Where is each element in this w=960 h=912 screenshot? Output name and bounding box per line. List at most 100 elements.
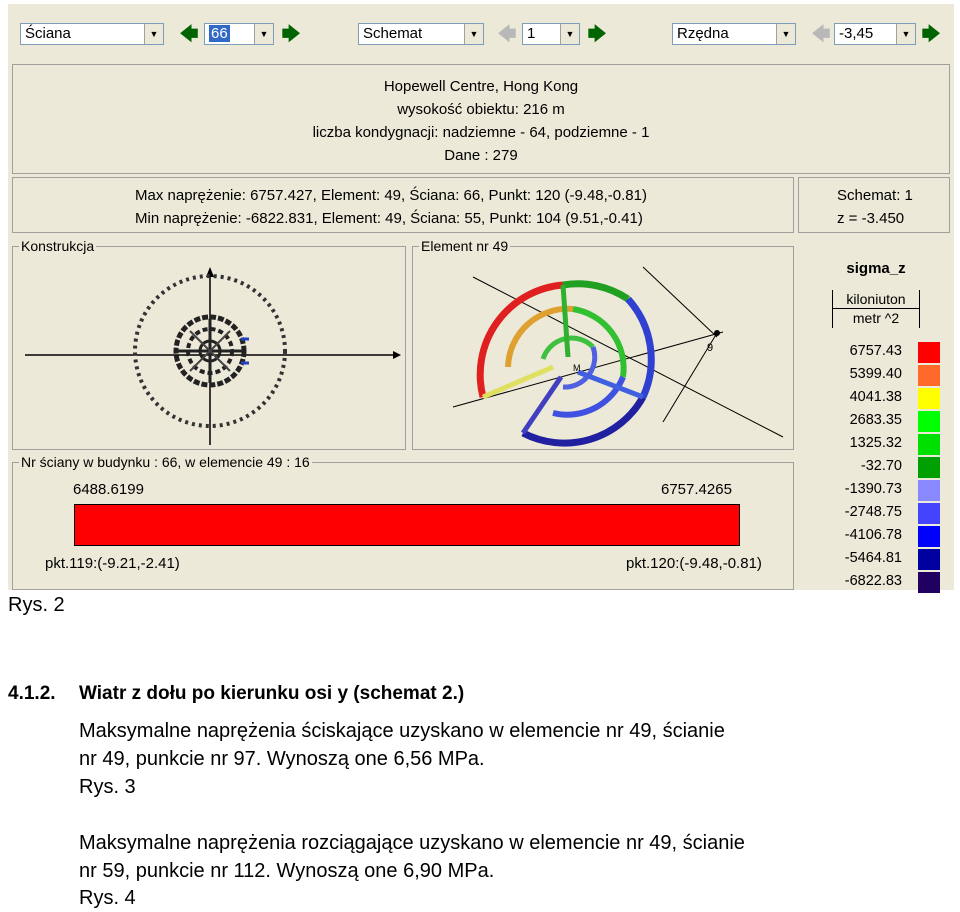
color-legend: sigma_z kiloniuton metr ^2 6757.43 5399.4… [798,238,954,593]
paragraph-1-line-1: Maksymalne naprężenia ściskające uzyskan… [79,720,725,742]
storey-count: liczba kondygnacji: nadziemne - 64, podz… [312,124,650,141]
app-window: Ściana ▼ 🡄 66 ▼ 🡆 Schemat ▼ 🡄 1 ▼ 🡆 Rzęd… [8,4,954,593]
legend-title: sigma_z [846,260,906,277]
figure-caption-4: Rys. 4 [79,887,136,909]
prev-arrow-icon[interactable]: 🡄 [810,23,832,45]
legend-item: 2683.35 [798,409,948,432]
legend-value: 4041.38 [849,389,902,405]
figure-caption-3: Rys. 3 [79,776,136,798]
legend-unit-top: kiloniuton [833,290,919,309]
legend-unit-bottom: metr ^2 [852,310,900,326]
radial-wall [520,375,564,435]
scheme-number-value: 1 [527,25,536,42]
legend-swatch [918,549,940,570]
wall-group-label: Nr ściany w budynku : 66, w elemencie 49… [19,454,312,470]
wall-right-value: 6757.4265 [661,481,732,498]
legend-value: 2683.35 [849,412,902,428]
x-axis-arrow-icon [393,351,401,359]
chevron-down-icon[interactable]: ▼ [896,24,915,44]
prev-arrow-icon[interactable]: 🡄 [178,23,200,45]
wall-stress-bar [74,504,740,546]
stress-summary: Max naprężenie: 6757.427, Element: 49, Ś… [12,177,794,233]
legend-value: -2748.75 [844,504,902,520]
legend-swatch [918,342,940,363]
dimension-point [714,330,720,336]
element-detail-view: 9 M [452,266,784,447]
prev-arrow-icon[interactable]: 🡄 [496,23,518,45]
legend-value: -32.70 [860,458,902,474]
construction-group: Konstrukcja [12,238,406,450]
construction-plan-view [25,267,401,445]
wall-right-point: pkt.120:(-9.48,-0.81) [626,555,762,572]
outer-wall-green [562,280,630,302]
wall-number-select[interactable]: 66 ▼ [204,23,274,45]
chevron-down-icon[interactable]: ▼ [144,24,163,44]
legend-item: -1390.73 [798,478,948,501]
legend-item: 6757.43 [798,340,948,363]
data-count: Dane : 279 [444,147,518,164]
legend-swatch [918,572,940,593]
figure-caption-2: Rys. 2 [8,594,65,616]
wall-number-value: 66 [209,25,230,42]
next-arrow-icon[interactable]: 🡆 [920,23,942,45]
min-stress-line: Min naprężenie: -6822.831, Element: 49, … [135,210,643,227]
ordinate-select[interactable]: Rzędna ▼ [672,23,796,45]
legend-unit: kiloniuton metr ^2 [832,290,920,328]
legend-swatch [918,388,940,409]
ordinate-value: -3,45 [839,25,874,42]
dimension-label: 9 [707,342,713,354]
legend-swatch [918,411,940,432]
section-title: Wiatr z dołu po kierunku osi y (schemat … [79,683,465,704]
building-height: wysokość obiektu: 216 m [397,101,565,118]
legend-value: -5464.81 [844,550,902,566]
scheme-label: Schemat: 1 [837,187,913,204]
legend-value: -6822.83 [844,573,902,589]
legend-item: -32.70 [798,455,948,478]
legend-swatch [918,480,940,501]
legend-value: 5399.40 [849,366,902,382]
max-stress-line: Max naprężenie: 6757.427, Element: 49, Ś… [135,187,647,204]
legend-swatch [918,457,940,478]
legend-swatch [918,503,940,524]
legend-item: 4041.38 [798,386,948,409]
legend-swatch [918,434,940,455]
wall-left-point: pkt.119:(-9.21,-2.41) [45,555,180,572]
wall-left-value: 6488.6199 [73,481,144,498]
chevron-down-icon[interactable]: ▼ [254,24,273,44]
chevron-down-icon[interactable]: ▼ [464,24,483,44]
legend-value: -1390.73 [844,481,902,497]
outer-wall-blue [625,296,655,399]
legend-items: 6757.43 5399.40 4041.38 2683.35 1325.32 -32.7… [798,340,954,593]
wall-select[interactable]: Ściana ▼ [20,23,164,45]
scheme-number-select[interactable]: 1 ▼ [522,23,580,45]
wall-group: Nr ściany w budynku : 66, w elemencie 49… [12,454,794,590]
legend-value: 1325.32 [849,435,902,451]
legend-swatch [918,526,940,547]
element-group: Element nr 49 9 M [412,238,794,450]
next-arrow-icon[interactable]: 🡆 [280,23,302,45]
legend-item: -6822.83 [798,570,948,593]
paragraph-1-line-2: nr 49, punkcie nr 97. Wynoszą one 6,56 M… [79,748,485,770]
scheme-select[interactable]: Schemat ▼ [358,23,484,45]
project-title: Hopewell Centre, Hong Kong [383,78,579,95]
legend-item: -2748.75 [798,501,948,524]
z-level: z = -3.450 [837,210,905,227]
project-info: Hopewell Centre, Hong Kong wysokość obie… [12,64,950,174]
legend-item: -5464.81 [798,547,948,570]
next-arrow-icon[interactable]: 🡆 [586,23,608,45]
wall-select-label: Ściana [25,25,71,42]
chevron-down-icon[interactable]: ▼ [776,24,795,44]
ordinate-select-label: Rzędna [677,25,729,42]
legend-value: -4106.78 [844,527,902,543]
legend-value: 6757.43 [849,343,902,359]
legend-item: 1325.32 [798,432,948,455]
toolbar: Ściana ▼ 🡄 66 ▼ 🡆 Schemat ▼ 🡄 1 ▼ 🡆 Rzęd… [8,4,954,60]
legend-item: 5399.40 [798,363,948,386]
legend-item: -4106.78 [798,524,948,547]
local-axis-label: M [573,363,581,373]
section-number: 4.1.2. [8,683,56,704]
paragraph-2-line-2: nr 59, punkcie nr 112. Wynoszą one 6,90 … [79,860,495,882]
chevron-down-icon[interactable]: ▼ [560,24,579,44]
legend-swatch [918,365,940,386]
ordinate-value-select[interactable]: -3,45 ▼ [834,23,916,45]
